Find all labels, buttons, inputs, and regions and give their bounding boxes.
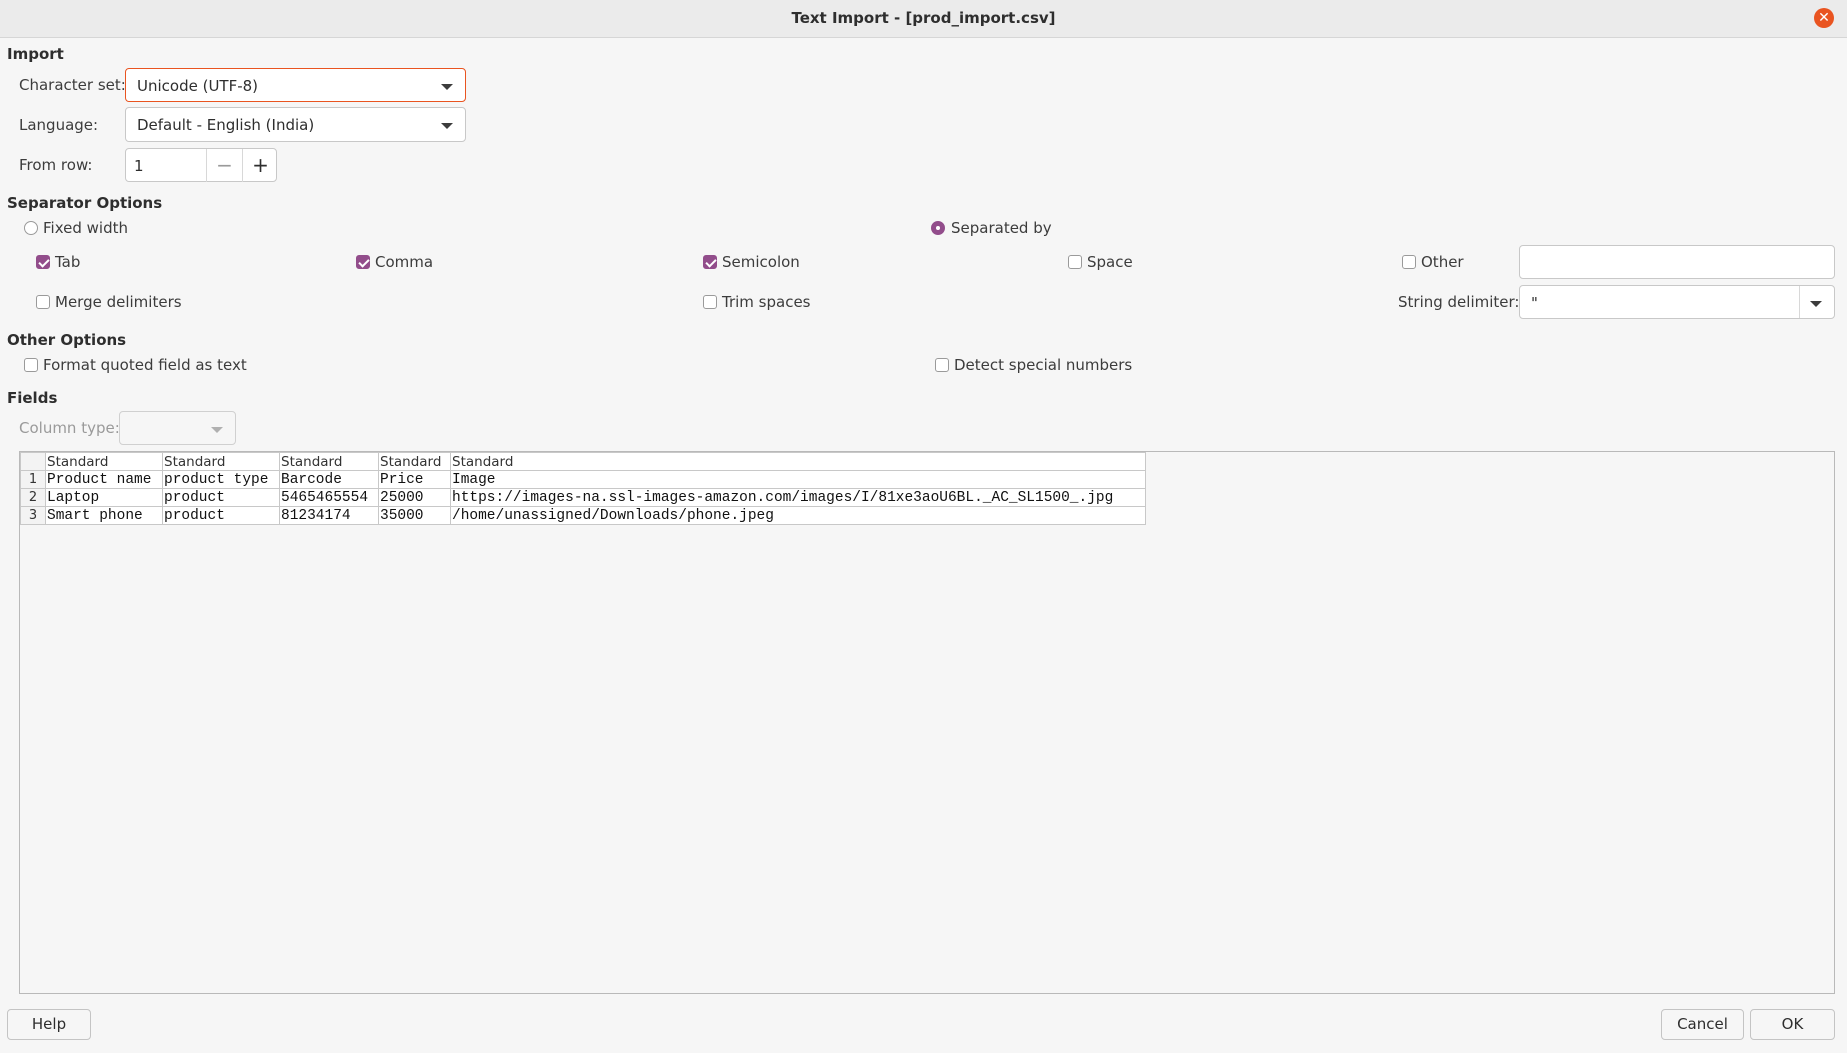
space-label[interactable]: Space (1087, 253, 1133, 271)
table-cell: product (162, 488, 280, 507)
ok-button[interactable]: OK (1750, 1009, 1835, 1040)
table-cell: Product name (45, 470, 163, 489)
increment-button[interactable]: + (242, 149, 278, 182)
merge-delimiters-checkbox[interactable] (36, 295, 50, 309)
chevron-down-icon (1810, 301, 1822, 307)
other-label[interactable]: Other (1421, 253, 1464, 271)
other-checkbox[interactable] (1402, 255, 1416, 269)
column-header[interactable]: Standard (162, 452, 280, 471)
column-header[interactable]: Standard (378, 452, 451, 471)
charset-value: Unicode (UTF-8) (137, 77, 259, 95)
table-row: 2 Laptop product 5465465554 25000 https:… (20, 488, 1146, 507)
table-cell: Barcode (279, 470, 379, 489)
column-header[interactable]: Standard (45, 452, 163, 471)
other-options-section-title: Other Options (7, 331, 127, 349)
table-cell: product (162, 506, 280, 525)
trim-spaces-label[interactable]: Trim spaces (722, 293, 811, 311)
from-row-value[interactable]: 1 (134, 157, 144, 175)
table-cell: Laptop (45, 488, 163, 507)
chevron-down-icon (211, 427, 223, 433)
table-cell: Smart phone (45, 506, 163, 525)
semicolon-checkbox[interactable] (703, 255, 717, 269)
string-delimiter-combo[interactable]: " (1519, 285, 1835, 319)
table-row: 1 Product name product type Barcode Pric… (20, 470, 1146, 489)
close-icon[interactable]: ✕ (1814, 8, 1834, 28)
tab-label[interactable]: Tab (55, 253, 80, 271)
fields-preview[interactable]: Standard Standard Standard Standard Stan… (19, 451, 1835, 994)
header-row: Standard Standard Standard Standard Stan… (20, 452, 1146, 471)
separator-section-title: Separator Options (7, 194, 163, 212)
combo-divider (1799, 286, 1800, 318)
language-combo[interactable]: Default - English (India) (125, 107, 466, 142)
language-label: Language: (19, 116, 99, 134)
fields-section-title: Fields (7, 389, 58, 407)
language-value: Default - English (India) (137, 116, 315, 134)
table-cell: 5465465554 (279, 488, 379, 507)
comma-label[interactable]: Comma (375, 253, 433, 271)
other-separator-input[interactable] (1519, 245, 1835, 279)
preview-grid: Standard Standard Standard Standard Stan… (20, 452, 1146, 525)
table-cell: Price (378, 470, 451, 489)
from-row-stepper[interactable]: 1 − + (125, 148, 277, 182)
format-quoted-label[interactable]: Format quoted field as text (43, 356, 247, 374)
column-header[interactable]: Standard (279, 452, 379, 471)
table-cell: 81234174 (279, 506, 379, 525)
title-bar: Text Import - [prod_import.csv] ✕ (0, 0, 1847, 38)
window-title: Text Import - [prod_import.csv] (791, 9, 1056, 27)
charset-combo[interactable]: Unicode (UTF-8) (125, 68, 466, 102)
row-number: 2 (20, 488, 46, 507)
chevron-down-icon (441, 84, 453, 90)
import-section-title: Import (7, 45, 64, 63)
column-type-label: Column type: (19, 419, 120, 437)
separated-by-label[interactable]: Separated by (951, 219, 1052, 237)
space-checkbox[interactable] (1068, 255, 1082, 269)
separated-by-radio[interactable] (931, 221, 945, 235)
table-cell: https://images-na.ssl-images-amazon.com/… (450, 488, 1146, 507)
string-delimiter-label: String delimiter: (1398, 293, 1520, 311)
column-header[interactable]: Standard (450, 452, 1146, 471)
corner-cell (20, 452, 46, 471)
row-number: 3 (20, 506, 46, 525)
string-delimiter-value[interactable]: " (1531, 294, 1538, 312)
fixed-width-label[interactable]: Fixed width (43, 219, 128, 237)
preview-table: Standard Standard Standard Standard Stan… (20, 452, 1146, 525)
format-quoted-checkbox[interactable] (24, 358, 38, 372)
row-number: 1 (20, 470, 46, 489)
comma-checkbox[interactable] (356, 255, 370, 269)
trim-spaces-checkbox[interactable] (703, 295, 717, 309)
detect-special-checkbox[interactable] (935, 358, 949, 372)
tab-checkbox[interactable] (36, 255, 50, 269)
from-row-label: From row: (19, 156, 93, 174)
cancel-button[interactable]: Cancel (1661, 1009, 1744, 1040)
table-cell: product type (162, 470, 280, 489)
fixed-width-radio[interactable] (24, 221, 38, 235)
merge-delimiters-label[interactable]: Merge delimiters (55, 293, 182, 311)
table-cell: 35000 (378, 506, 451, 525)
table-cell: /home/unassigned/Downloads/phone.jpeg (450, 506, 1146, 525)
table-cell: Image (450, 470, 1146, 489)
charset-label: Character set: (19, 76, 126, 94)
decrement-button[interactable]: − (206, 149, 242, 182)
column-type-combo[interactable] (119, 411, 236, 445)
semicolon-label[interactable]: Semicolon (722, 253, 800, 271)
help-button[interactable]: Help (7, 1009, 91, 1040)
detect-special-label[interactable]: Detect special numbers (954, 356, 1132, 374)
table-row: 3 Smart phone product 81234174 35000 /ho… (20, 506, 1146, 525)
table-cell: 25000 (378, 488, 451, 507)
chevron-down-icon (441, 123, 453, 129)
